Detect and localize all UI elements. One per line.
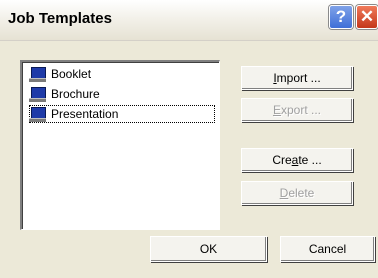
title-bar: Job Templates ? ✕ bbox=[0, 0, 378, 41]
list-item[interactable]: Brochure bbox=[29, 85, 215, 103]
delete-button[interactable]: Delete bbox=[241, 181, 353, 205]
close-button[interactable]: ✕ bbox=[356, 5, 378, 29]
window-title: Job Templates bbox=[8, 10, 112, 27]
listbox-frame: Booklet Brochure Presentation bbox=[22, 62, 219, 229]
list-item[interactable]: Presentation bbox=[29, 105, 215, 123]
help-button[interactable]: ? bbox=[329, 5, 353, 29]
help-icon: ? bbox=[335, 7, 347, 26]
computer-icon bbox=[29, 107, 47, 122]
computer-icon bbox=[29, 87, 47, 102]
ok-button[interactable]: OK bbox=[150, 236, 267, 262]
close-icon: ✕ bbox=[359, 7, 375, 26]
templates-listbox[interactable]: Booklet Brochure Presentation bbox=[20, 60, 220, 230]
export-button[interactable]: Export ... bbox=[241, 98, 353, 122]
cancel-button[interactable]: Cancel bbox=[280, 236, 375, 262]
create-button[interactable]: Cre a te ... bbox=[241, 148, 353, 172]
import-button[interactable]: Import ... bbox=[241, 66, 353, 90]
computer-icon bbox=[29, 67, 47, 82]
list-item[interactable]: Booklet bbox=[29, 65, 215, 83]
list-item-label: Brochure bbox=[51, 87, 100, 101]
list-item-label: Booklet bbox=[51, 67, 92, 81]
list-item-label: Presentation bbox=[51, 107, 119, 121]
